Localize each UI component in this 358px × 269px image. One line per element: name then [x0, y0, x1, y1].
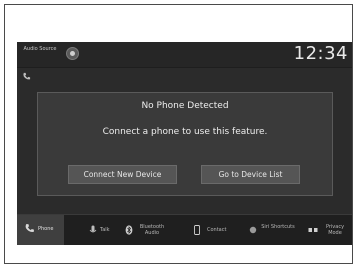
status-bar: Audio Source 12:34	[17, 42, 352, 68]
home-icon[interactable]	[66, 47, 79, 60]
go-to-device-list-button[interactable]: Go to Device List	[201, 165, 300, 184]
tab-contact[interactable]: Contact	[187, 215, 235, 245]
tab-label: Talk	[100, 227, 110, 233]
phone-icon	[25, 224, 34, 233]
shortcut-icon	[249, 226, 257, 234]
audio-source-button[interactable]: Audio Source	[23, 46, 57, 52]
tab-talk[interactable]: Talk	[69, 215, 110, 245]
microphone-icon	[89, 225, 97, 233]
tab-privacy-mode[interactable]: Privacy Mode	[302, 215, 352, 245]
dialog-title: No Phone Detected	[141, 101, 229, 111]
device-icon	[194, 225, 200, 235]
bluetooth-icon	[125, 225, 133, 235]
connect-new-device-button[interactable]: Connect New Device	[68, 165, 177, 184]
no-phone-dialog: No Phone Detected Connect a phone to use…	[37, 92, 333, 196]
tab-label: Phone	[38, 226, 54, 232]
tab-label: Bluetooth Audio	[139, 224, 165, 236]
dialog-message: Connect a phone to use this feature.	[102, 127, 268, 137]
privacy-icon	[308, 228, 318, 232]
head-unit-screen: Audio Source 12:34 No Phone Detected Con…	[17, 42, 352, 245]
tab-siri-shortcuts[interactable]: Siri Shortcuts	[243, 215, 299, 245]
tab-phone[interactable]: Phone	[17, 215, 64, 245]
tab-label: Contact	[207, 227, 227, 233]
tab-bluetooth-audio[interactable]: Bluetooth Audio	[119, 215, 179, 245]
clock: 12:34	[293, 43, 348, 64]
tab-label: Siri Shortcuts	[261, 224, 295, 230]
bottom-tab-bar: Phone Talk Bluetooth Audio Contact Siri …	[17, 214, 352, 245]
phone-status-icon	[23, 72, 31, 80]
figure-frame: Audio Source 12:34 No Phone Detected Con…	[4, 4, 353, 264]
tab-label: Privacy Mode	[325, 224, 345, 236]
